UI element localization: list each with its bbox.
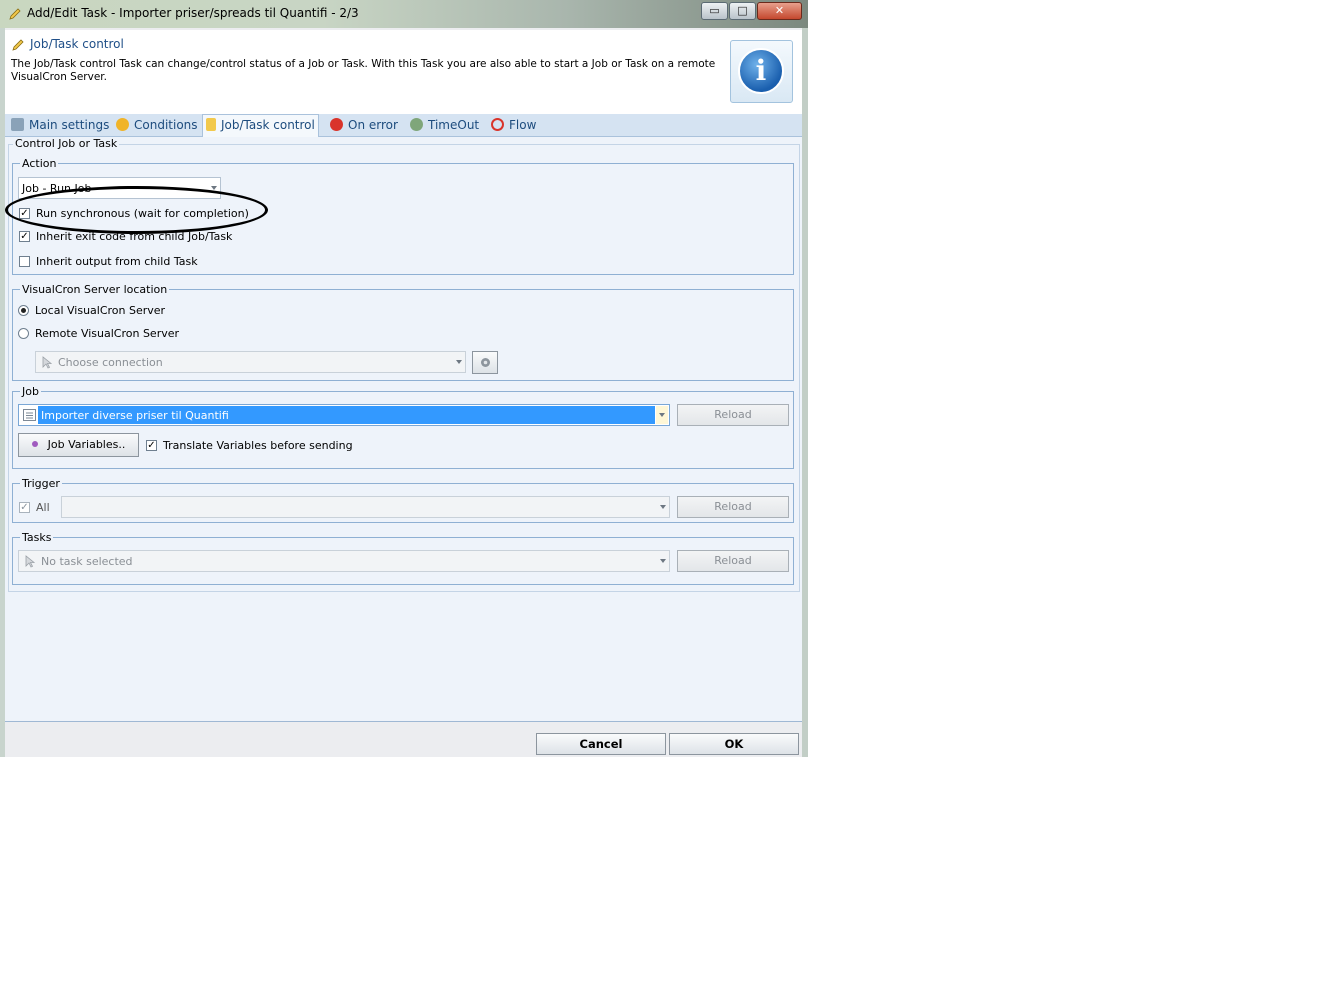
- header-title: Job/Task control: [30, 37, 124, 51]
- chevron-down-icon: [660, 559, 666, 563]
- tasks-placeholder: No task selected: [41, 555, 133, 568]
- trigger-all-label: All: [36, 501, 50, 514]
- tasks-reload-button[interactable]: Reload: [677, 550, 789, 572]
- chevron-down-icon: [660, 505, 666, 509]
- pencil-icon: [12, 39, 24, 51]
- trigger-all-checkbox[interactable]: ✓: [19, 502, 30, 513]
- tab-on-error[interactable]: On error: [330, 114, 398, 136]
- translate-variables-label: Translate Variables before sending: [163, 439, 353, 452]
- window-title: Add/Edit Task - Importer priser/spreads …: [27, 6, 359, 20]
- connection-dropdown[interactable]: Choose connection: [35, 351, 466, 373]
- clock-icon: [410, 118, 423, 131]
- pointer-icon: [42, 356, 52, 369]
- annotation-ellipse: [5, 186, 268, 234]
- trigger-reload-button[interactable]: Reload: [677, 496, 789, 518]
- question-icon: [116, 118, 129, 131]
- title-bar: Add/Edit Task - Importer priser/spreads …: [0, 0, 808, 28]
- variables-icon: [31, 441, 38, 447]
- connection-settings-button[interactable]: [472, 351, 498, 374]
- job-group-label: Job: [20, 385, 41, 398]
- job-selected: Importer diverse priser til Quantifi: [41, 409, 229, 422]
- tasks-dropdown[interactable]: No task selected: [18, 550, 670, 572]
- job-dropdown[interactable]: Importer diverse priser til Quantifi: [18, 404, 670, 426]
- remote-server-label: Remote VisualCron Server: [35, 327, 180, 340]
- maximize-button[interactable]: □: [729, 2, 756, 20]
- tasks-group-label: Tasks: [20, 531, 54, 544]
- tab-flow[interactable]: Flow: [491, 114, 536, 136]
- trigger-dropdown[interactable]: [61, 496, 670, 518]
- maximize-icon: □: [737, 4, 748, 17]
- tab-job-task-control[interactable]: Job/Task control: [206, 114, 315, 136]
- job-variables-button[interactable]: Job Variables..: [18, 433, 139, 457]
- close-button[interactable]: ✕: [757, 2, 802, 20]
- inherit-exit-code-checkbox[interactable]: ✓: [19, 231, 30, 242]
- local-server-radio[interactable]: [18, 305, 29, 316]
- trigger-group-label: Trigger: [20, 477, 62, 490]
- minimize-button[interactable]: ▭: [701, 2, 728, 20]
- window-frame-right: [802, 28, 808, 757]
- action-group-label: Action: [20, 157, 59, 170]
- minimize-icon: ▭: [709, 4, 720, 17]
- error-icon: [330, 118, 343, 131]
- tab-conditions[interactable]: Conditions: [116, 114, 198, 136]
- ok-button[interactable]: OK: [669, 733, 799, 755]
- translate-variables-checkbox[interactable]: ✓: [146, 440, 157, 451]
- info-icon: i: [738, 48, 784, 94]
- dialog-window: Add/Edit Task - Importer priser/spreads …: [0, 0, 808, 757]
- gears-icon: [11, 118, 24, 131]
- chevron-down-icon: [659, 413, 665, 417]
- pencil-icon: [9, 8, 21, 20]
- local-server-label: Local VisualCron Server: [35, 304, 166, 317]
- close-icon: ✕: [774, 4, 785, 17]
- tab-timeout[interactable]: TimeOut: [410, 114, 479, 136]
- job-list-icon: [23, 409, 36, 421]
- gear-icon: [480, 358, 490, 367]
- pencil-icon: [206, 118, 216, 131]
- connection-placeholder: Choose connection: [58, 356, 163, 369]
- flow-icon: [491, 118, 504, 131]
- job-reload-button[interactable]: Reload: [677, 404, 789, 426]
- server-location-label: VisualCron Server location: [20, 283, 170, 296]
- chevron-down-icon: [456, 360, 462, 364]
- inherit-output-label: Inherit output from child Task: [36, 255, 198, 268]
- inherit-output-checkbox[interactable]: [19, 256, 30, 267]
- remote-server-radio[interactable]: [18, 328, 29, 339]
- tab-main-settings[interactable]: Main settings: [11, 114, 109, 136]
- pointer-icon: [25, 555, 35, 568]
- job-group: [12, 391, 794, 469]
- cancel-button[interactable]: Cancel: [536, 733, 666, 755]
- section-title: Control Job or Task: [13, 137, 120, 150]
- header-description: The Job/Task control Task can change/con…: [11, 58, 716, 83]
